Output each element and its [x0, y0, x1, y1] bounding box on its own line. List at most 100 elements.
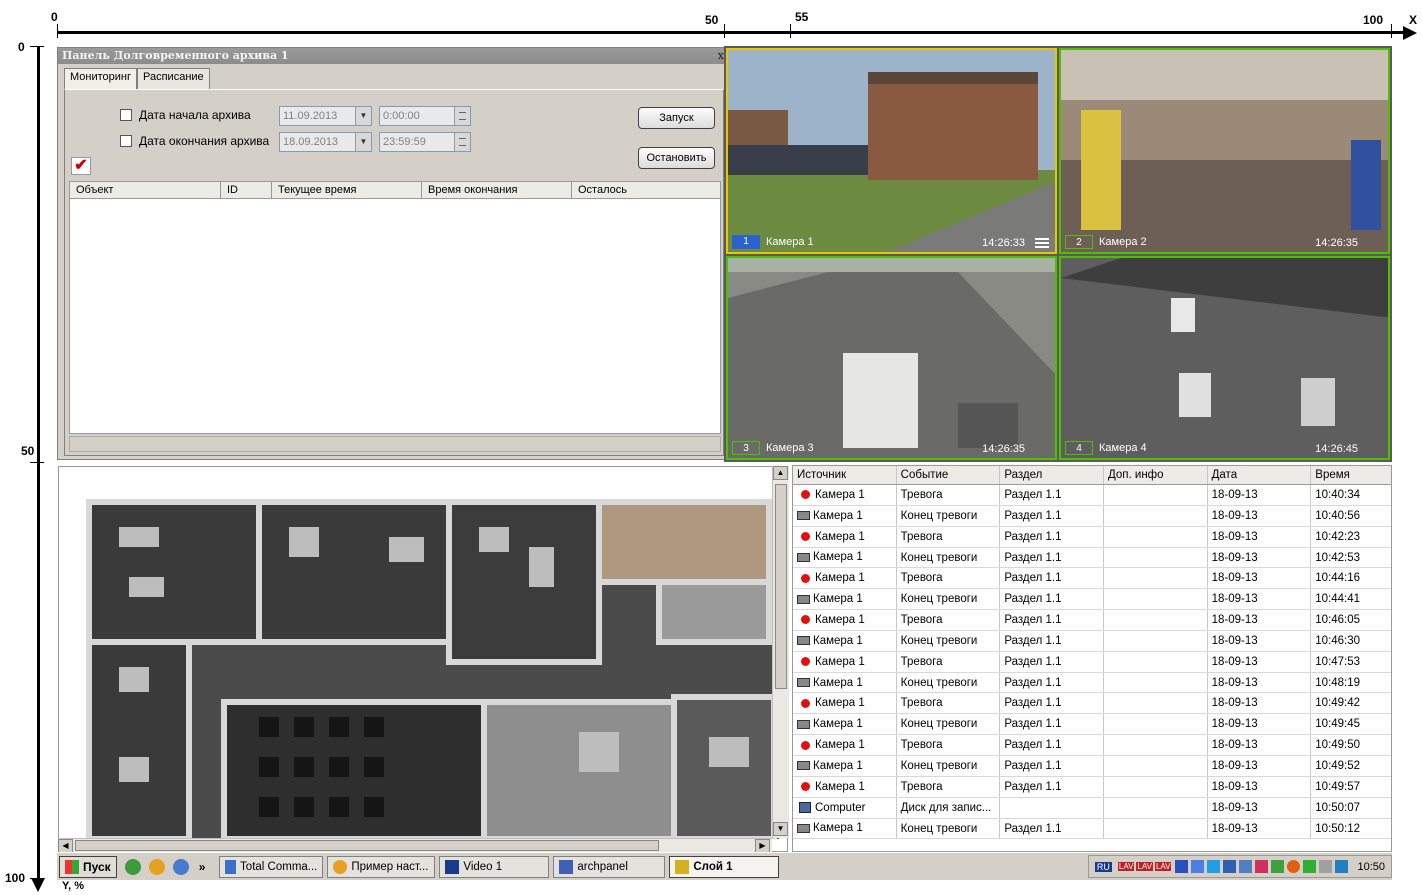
tray-app-icon[interactable] — [1303, 860, 1317, 873]
col-section[interactable]: Раздел — [1000, 466, 1104, 484]
event-row[interactable]: Камера 1 Тревога Раздел 1.1 18-09-13 10:49:4… — [793, 693, 1391, 715]
task-label: Video 1 — [463, 860, 503, 873]
start-button[interactable]: Пуск — [59, 855, 117, 878]
scroll-right-icon[interactable]: ▶ — [755, 839, 770, 853]
camera-tile-1[interactable]: 1 Камера 1 14:26:33 — [726, 48, 1057, 254]
end-date-checkbox[interactable] — [120, 135, 132, 147]
event-row[interactable]: Камера 1 Тревога Раздел 1.1 18-09-13 10:44:1… — [793, 568, 1391, 590]
lav-icon[interactable]: LAV — [1154, 862, 1172, 871]
event-row[interactable]: Камера 1 Конец тревоги Раздел 1.1 18-09-13 1… — [793, 672, 1391, 694]
event-row[interactable]: Камера 1 Конец тревоги Раздел 1.1 18-09-13 1… — [793, 755, 1391, 777]
event-source-cell: Камера 1 — [793, 568, 897, 589]
end-time-field[interactable]: 23:59:59 — [379, 132, 471, 152]
event-row[interactable]: Камера 1 Тревога Раздел 1.1 18-09-13 10:49:5… — [793, 776, 1391, 798]
clock[interactable]: 10:50 — [1357, 861, 1385, 873]
tab-schedule[interactable]: Расписание — [137, 68, 210, 89]
start-date-checkbox[interactable] — [120, 109, 132, 121]
more-icon[interactable]: » — [199, 860, 206, 874]
tray-app-icon[interactable] — [1175, 860, 1189, 873]
col-object[interactable]: Объект — [70, 182, 221, 198]
col-time[interactable]: Время — [1311, 466, 1391, 484]
quicklaunch-app-icon[interactable] — [124, 858, 141, 875]
event-row[interactable]: Камера 1 Тревога Раздел 1.1 18-09-13 10:46:0… — [793, 610, 1391, 631]
start-date-label: Дата начала архива — [139, 108, 251, 122]
scroll-down-icon[interactable]: ▼ — [773, 822, 788, 836]
event-row[interactable]: Камера 1 Тревога Раздел 1.1 18-09-13 10:47:5… — [793, 651, 1391, 673]
task-total-commander[interactable]: Total Comma... — [219, 855, 324, 878]
col-remaining[interactable]: Осталось — [572, 182, 720, 198]
event-source: Камера 1 — [815, 488, 865, 501]
tray-app-icon[interactable] — [1255, 860, 1269, 873]
apply-check-icon[interactable]: ✔ — [71, 157, 91, 175]
event-row[interactable]: Камера 1 Конец тревоги Раздел 1.1 18-09-13 1… — [793, 714, 1391, 736]
camera-tile-2[interactable]: 2 Камера 2 14:26:35 — [1059, 48, 1390, 254]
object-table-body[interactable] — [69, 199, 721, 434]
start-date-field[interactable]: 11.09.2013 ▼ — [279, 106, 372, 126]
browser-icon[interactable] — [172, 858, 189, 875]
lav-icon[interactable]: LAV — [1136, 862, 1153, 871]
col-event[interactable]: Событие — [897, 466, 1001, 484]
map-horizontal-scrollbar[interactable]: ◀ ▶ — [58, 838, 772, 853]
task-video-1[interactable]: Video 1 — [439, 855, 550, 878]
col-end-time[interactable]: Время окончания — [422, 182, 572, 198]
tray-app-icon[interactable] — [1223, 860, 1237, 873]
event-row[interactable]: Камера 1 Конец тревоги Раздел 1.1 18-09-13 1… — [793, 630, 1391, 652]
event-source-cell: Камера 1 — [793, 672, 897, 693]
floor-plan-map[interactable] — [58, 466, 788, 852]
task-example[interactable]: Пример наст... — [327, 855, 436, 878]
event-row[interactable]: Камера 1 Конец тревоги Раздел 1.1 18-09-13 1… — [793, 547, 1391, 569]
event-row[interactable]: Камера 1 Конец тревоги Раздел 1.1 18-09-13 1… — [793, 818, 1391, 840]
event-row[interactable]: Камера 1 Конец тревоги Раздел 1.1 18-09-13 1… — [793, 589, 1391, 611]
task-layer-1[interactable]: Слой 1 — [669, 855, 780, 878]
col-id[interactable]: ID — [221, 182, 272, 198]
event-time: 10:42:23 — [1315, 530, 1361, 543]
event-row[interactable]: Камера 1 Тревога Раздел 1.1 18-09-13 10:42:2… — [793, 526, 1391, 548]
end-date-field[interactable]: 18.09.2013 ▼ — [279, 132, 372, 152]
event-date: 18-09-13 — [1208, 735, 1312, 755]
col-source[interactable]: Источник — [793, 466, 897, 484]
monitor-icon — [445, 859, 460, 874]
event-date: 18-09-13 — [1208, 693, 1312, 714]
event-row[interactable]: Computer Диск для запис... 18-09-13 10:50:0… — [793, 797, 1391, 819]
x-tick-label: 50 — [705, 13, 719, 27]
camera-tile-4[interactable]: 4 Камера 4 14:26:45 — [1059, 256, 1390, 460]
event-row[interactable]: Камера 1 Конец тревоги Раздел 1.1 18-09-13 1… — [793, 505, 1391, 527]
start-time-field[interactable]: 0:00:00 — [379, 106, 471, 126]
camera-tile-3[interactable]: 3 Камера 3 14:26:35 — [726, 256, 1057, 460]
map-vertical-scrollbar[interactable]: ▲ ▼ — [772, 466, 789, 838]
scroll-left-icon[interactable]: ◀ — [58, 839, 73, 853]
tray-app-icon[interactable] — [1271, 860, 1285, 873]
run-button[interactable]: Запуск — [638, 107, 715, 129]
network-icon[interactable] — [1191, 860, 1205, 873]
end-time-value: 23:59:59 — [383, 136, 426, 148]
scroll-thumb[interactable] — [75, 840, 659, 851]
tray-app-icon[interactable] — [1287, 860, 1301, 873]
spinner-icon[interactable] — [454, 107, 470, 125]
col-extra-info[interactable]: Доп. инфо — [1104, 466, 1208, 484]
tray-app-icon[interactable] — [1207, 860, 1221, 873]
tray-app-icon[interactable] — [1335, 860, 1349, 873]
col-current-time[interactable]: Текущее время — [272, 182, 422, 198]
chevron-down-icon[interactable]: ▼ — [355, 133, 371, 151]
event-row[interactable]: Камера 1 Тревога Раздел 1.1 18-09-13 10:49:5… — [793, 735, 1391, 756]
task-archpanel[interactable]: archpanel — [553, 855, 666, 878]
event-source: Камера 1 — [813, 634, 863, 647]
chrome-icon[interactable] — [148, 858, 165, 875]
tab-monitoring[interactable]: Мониторинг — [64, 68, 138, 90]
event-date: 18-09-13 — [1208, 485, 1312, 505]
taskbar: Пуск » Total Comma... Пример наст... Vid… — [57, 852, 1392, 880]
volume-icon[interactable] — [1319, 860, 1333, 873]
menu-icon[interactable] — [1035, 238, 1049, 248]
col-date[interactable]: Дата — [1208, 466, 1312, 484]
scroll-up-icon[interactable]: ▲ — [773, 466, 788, 480]
language-indicator[interactable]: RU — [1094, 861, 1112, 872]
scroll-thumb[interactable] — [775, 484, 787, 689]
stop-button[interactable]: Остановить — [638, 147, 715, 169]
x-tick-label: 100 — [1363, 13, 1384, 27]
spinner-icon[interactable] — [454, 133, 470, 151]
event-row[interactable]: Камера 1 Тревога Раздел 1.1 18-09-13 10:40:3… — [793, 485, 1391, 506]
event-date: 18-09-13 — [1208, 818, 1312, 839]
lav-icon[interactable]: LAV — [1117, 862, 1135, 871]
network-icon[interactable] — [1239, 860, 1253, 873]
chevron-down-icon[interactable]: ▼ — [355, 107, 371, 125]
